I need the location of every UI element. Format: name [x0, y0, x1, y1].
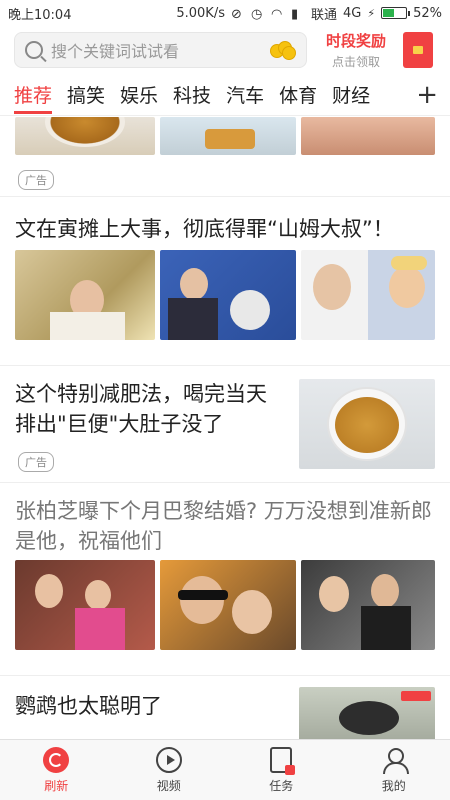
- ad-image-2: [160, 117, 296, 155]
- article-title: 文在寅摊上大事，彻底得罪“山姆大叔”！: [15, 217, 394, 241]
- time-reward-button[interactable]: 时段奖励 点击领取: [321, 30, 391, 70]
- search-icon: [25, 41, 43, 59]
- tab-recommend[interactable]: 推荐: [14, 76, 53, 116]
- status-bar: 晚上10:04 5.00K/s ⊘ ◷ ◠ ▮ 联通 4G ⚡ 52%: [0, 0, 450, 26]
- tab-sports[interactable]: 体育: [279, 76, 317, 116]
- article-image-1: [15, 250, 155, 340]
- tab-funny[interactable]: 搞笑: [67, 76, 105, 116]
- signal-icon: ▮: [290, 7, 299, 22]
- bottom-nav: 刷新 视频 任务 我的: [0, 739, 450, 800]
- feed-ad-article[interactable]: 这个特别减肥法，喝完当天排出"巨便"大肚子没了 广告: [0, 367, 450, 483]
- nav-me[interactable]: 我的: [338, 740, 450, 800]
- article-image-3: [301, 560, 435, 650]
- ad-image-1: [15, 117, 155, 155]
- tab-entertainment[interactable]: 娱乐: [120, 76, 158, 116]
- carrier: 联通: [310, 7, 337, 23]
- nav-label: 刷新: [44, 778, 69, 793]
- article-thumbnail: [299, 687, 435, 739]
- charging-icon: ⚡: [367, 6, 376, 20]
- search-placeholder: 搜个关键词试试看: [51, 42, 180, 61]
- feed-article[interactable]: 张柏芝曝下个月巴黎结婚? 万万没想到准新郎是他，祝福他们: [0, 484, 450, 676]
- article-title: 鹦鹉也太聪明了: [15, 694, 162, 718]
- network-type: 4G: [343, 5, 362, 21]
- header: 搜个关键词试试看 时段奖励 点击领取: [0, 26, 450, 74]
- news-feed: 广告 文在寅摊上大事，彻底得罪“山姆大叔”！ 这个特别减肥法，喝完当天排出"巨便…: [0, 117, 450, 739]
- status-time: 晚上10:04: [8, 7, 72, 23]
- tab-tech[interactable]: 科技: [173, 76, 211, 116]
- feed-article[interactable]: 鹦鹉也太聪明了: [0, 677, 450, 739]
- article-title: 这个特别减肥法，喝完当天排出"巨便"大肚子没了: [15, 382, 267, 436]
- nav-label: 任务: [269, 778, 294, 793]
- feed-ad-card[interactable]: 广告: [0, 117, 450, 197]
- coins-icon[interactable]: [270, 41, 296, 60]
- article-title: 张柏芝曝下个月巴黎结婚? 万万没想到准新郎是他，祝福他们: [15, 499, 432, 553]
- net-speed: 5.00K/s: [176, 5, 225, 21]
- alarm-icon: ◷: [250, 7, 263, 22]
- tab-auto[interactable]: 汽车: [226, 76, 264, 116]
- play-icon: [155, 746, 182, 773]
- battery-percent: 52%: [413, 5, 442, 21]
- mute-icon: ⊘: [230, 7, 242, 22]
- article-image-2: [160, 250, 296, 340]
- nav-refresh[interactable]: 刷新: [0, 740, 113, 800]
- add-channel-icon[interactable]: +: [416, 76, 438, 114]
- article-image-3: [301, 250, 435, 340]
- ad-image-3: [301, 117, 435, 155]
- nav-label: 视频: [156, 778, 181, 793]
- category-tabs: 推荐 搞笑 娱乐 科技 汽车 体育 财经 +: [0, 76, 450, 116]
- search-box[interactable]: 搜个关键词试试看: [14, 32, 307, 68]
- refresh-icon: [43, 746, 70, 773]
- article-thumbnail: [299, 379, 435, 469]
- user-icon: [381, 747, 409, 774]
- tab-finance[interactable]: 财经: [332, 76, 370, 116]
- wifi-icon: ◠: [270, 7, 283, 22]
- nav-tasks[interactable]: 任务: [225, 740, 338, 800]
- ad-tag: 广告: [18, 452, 54, 472]
- reward-title: 时段奖励: [325, 32, 386, 50]
- article-image-1: [15, 560, 155, 650]
- gift-icon[interactable]: [403, 32, 433, 68]
- ad-tag: 广告: [18, 170, 54, 190]
- task-icon: [270, 746, 296, 775]
- feed-article[interactable]: 文在寅摊上大事，彻底得罪“山姆大叔”！: [0, 198, 450, 366]
- battery-icon: [381, 7, 411, 19]
- nav-video[interactable]: 视频: [113, 740, 226, 800]
- article-image-2: [160, 560, 296, 650]
- reward-subtitle: 点击领取: [331, 55, 380, 69]
- nav-label: 我的: [381, 778, 406, 793]
